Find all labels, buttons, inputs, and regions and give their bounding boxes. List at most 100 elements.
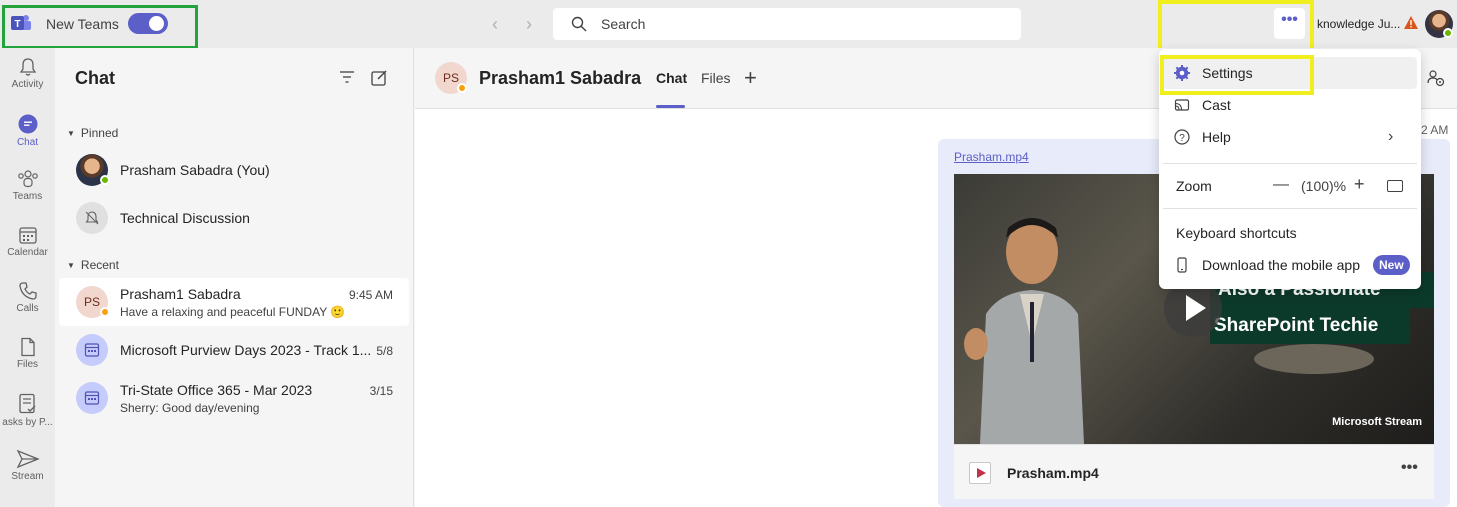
chat-item-prasham1-sabadra[interactable]: PS Prasham1 Sabadra 9:45 AM Have a relax… [59,278,409,326]
rail-label: Activity [11,79,44,90]
chevron-right-icon: › [1388,128,1394,145]
rail-label: Chat [16,137,39,148]
search-icon [571,16,587,32]
stream-watermark: Microsoft Stream [1332,416,1422,428]
zoom-level: (100)% [1301,178,1347,194]
avatar [76,202,108,234]
stream-icon [16,449,40,469]
recent-section-header[interactable]: ▼ Recent [67,258,119,272]
menu-item-download-mobile[interactable]: Download the mobile app New [1163,249,1417,281]
video-file-icon [969,462,991,484]
rail-activity[interactable]: Activity [0,57,55,90]
rail-tasks[interactable]: asks by P... [0,393,55,428]
caret-down-icon: ▼ [67,129,75,138]
contact-name[interactable]: Prasham1 Sabadra [479,68,641,89]
chat-name: Prasham1 Sabadra [120,286,241,302]
recent-label: Recent [80,258,119,272]
chat-icon [18,114,37,134]
message-timestamp: 2 AM [1421,123,1449,137]
pinned-section-header[interactable]: ▼ Pinned [67,126,118,140]
chat-name: Tri-State Office 365 - Mar 2023 [120,382,313,398]
away-status-icon [457,83,467,93]
chat-time: 5/8 [376,344,393,358]
chat-panel-title: Chat [75,68,115,88]
chat-name: Prasham Sabadra (You) [120,162,270,178]
video-presenter-figure [964,218,1084,444]
available-status-icon [100,175,110,185]
chat-name: Microsoft Purview Days 2023 - Track 1... [120,342,372,358]
rail-chat[interactable]: Chat [0,113,55,148]
file-name: Prasham.mp4 [1007,465,1099,481]
forward-arrow-icon[interactable]: › [526,14,532,35]
menu-item-keyboard-shortcuts[interactable]: Keyboard shortcuts [1163,217,1417,249]
menu-item-help[interactable]: ? Help › [1163,121,1417,153]
chat-item-prasham-you[interactable]: Prasham Sabadra (You) [59,146,409,194]
meeting-calendar-icon [84,391,100,405]
tasks-icon [18,393,35,414]
file-link[interactable]: Prasham.mp4 [954,150,1029,164]
add-tab-button[interactable]: + [744,65,757,91]
video-background-table [1254,344,1374,374]
org-name[interactable]: knowledge Ju... [1317,17,1400,31]
file-more-options-button[interactable]: ••• [1401,459,1418,477]
chat-preview: Sherry: Good day/evening [120,401,260,415]
file-icon [20,337,35,357]
search-bar[interactable]: Search [553,8,1021,40]
warning-icon[interactable] [1404,16,1418,32]
new-badge: New [1373,255,1410,275]
help-icon: ? [1174,129,1190,145]
chat-item-purview-days[interactable]: Microsoft Purview Days 2023 - Track 1...… [59,326,409,374]
rail-label: Files [16,359,39,370]
menu-divider [1163,208,1417,209]
pinned-label: Pinned [80,126,119,140]
rail-calls[interactable]: Calls [0,281,55,314]
rail-files[interactable]: Files [0,337,55,370]
meeting-calendar-icon [84,343,100,357]
back-arrow-icon[interactable]: ‹ [492,14,498,35]
menu-label: Keyboard shortcuts [1176,225,1297,241]
video-banner-line2: SharePoint Techie [1210,308,1410,344]
zoom-out-button[interactable]: — [1273,176,1289,194]
chat-preview: Have a relaxing and peaceful FUNDAY 🙂 [120,305,346,319]
rail-stream[interactable]: Stream [0,449,55,482]
avatar [76,334,108,366]
active-tab-indicator [656,105,685,108]
search-placeholder: Search [601,16,646,32]
rail-label: asks by P... [2,417,53,428]
chat-time: 3/15 [369,384,393,398]
chat-item-technical-discussion[interactable]: Technical Discussion [59,194,409,242]
away-status-icon [100,307,110,317]
chat-item-tri-state[interactable]: Tri-State Office 365 - Mar 2023 3/15 She… [59,374,409,422]
zoom-in-button[interactable]: + [1354,174,1365,195]
menu-divider [1163,163,1417,164]
rail-calendar[interactable]: Calendar [0,225,55,258]
annotation-green-highlight [2,5,198,49]
tab-chat[interactable]: Chat [656,70,687,86]
menu-label: Help [1202,129,1231,145]
teams-icon [17,170,38,188]
phone-icon [18,282,37,300]
fullscreen-icon[interactable] [1387,180,1403,192]
rail-label: Calendar [7,247,48,258]
svg-text:?: ? [1179,133,1185,144]
app-rail: Activity Chat Teams Calendar Calls Files… [0,48,55,507]
file-attachment-card[interactable]: Prasham.mp4 ••• [954,444,1434,499]
new-chat-icon[interactable] [371,69,388,89]
calendar-icon [18,227,37,244]
tab-files[interactable]: Files [701,70,731,86]
chat-list-panel: Chat ▼ Pinned Prasham Sabadra (You) Techn… [55,48,414,507]
rail-label: Calls [16,303,39,314]
menu-label: Cast [1202,97,1231,113]
filter-icon[interactable] [339,70,355,87]
menu-item-zoom: Zoom — (100)% + [1163,170,1417,202]
annotation-yellow-highlight-settings [1160,55,1314,95]
rail-teams[interactable]: Teams [0,169,55,202]
caret-down-icon: ▼ [67,261,75,270]
rail-label: Stream [11,471,44,482]
mobile-phone-icon [1177,257,1187,273]
people-settings-icon[interactable] [1427,69,1445,90]
cast-icon [1174,99,1190,111]
rail-label: Teams [12,191,43,202]
available-status-icon [1443,28,1453,38]
avatar [76,382,108,414]
